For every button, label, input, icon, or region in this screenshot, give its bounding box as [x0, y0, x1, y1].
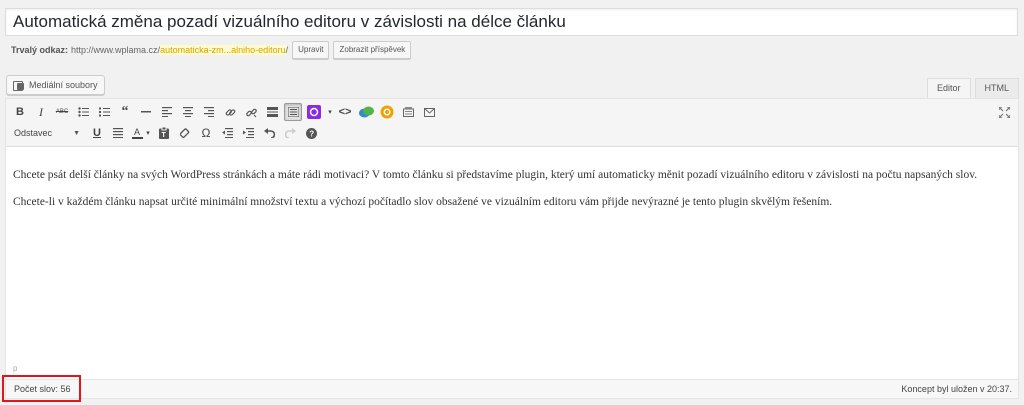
fullscreen-icon[interactable] — [996, 104, 1012, 120]
bold-icon[interactable]: B — [11, 103, 29, 121]
horizontal-rule-icon[interactable] — [137, 103, 155, 121]
chevron-down-icon: ▼ — [73, 129, 80, 137]
permalink-base: http://www.wplama.cz/ — [71, 45, 161, 55]
chevron-down-icon[interactable]: ▾ — [326, 103, 334, 121]
link-icon[interactable] — [221, 103, 239, 121]
permalink-row: Trvalý odkaz: http://www.wplama.cz/ auto… — [11, 41, 412, 59]
bullet-list-icon[interactable] — [74, 103, 92, 121]
text-color-icon[interactable]: A — [130, 124, 144, 142]
format-select-value: Odstavec — [14, 128, 53, 138]
special-char-icon[interactable]: Ω — [197, 124, 215, 142]
chevron-down-icon[interactable]: ▾ — [144, 124, 152, 142]
paste-text-icon[interactable]: T — [155, 124, 173, 142]
svg-text:A: A — [134, 127, 140, 137]
unlink-icon[interactable] — [242, 103, 260, 121]
element-path-label[interactable]: p — [13, 364, 17, 373]
add-media-label: Mediální soubory — [29, 80, 98, 90]
content-paragraph[interactable]: Chcete psát delší články na svých WordPr… — [13, 167, 1011, 184]
toolbar-toggle-icon[interactable] — [284, 103, 302, 121]
format-select[interactable]: Odstavec ▼ — [11, 124, 83, 142]
toolbar-row-1: B I ABC “ ▾ <> — [11, 102, 441, 122]
post-title-field[interactable] — [5, 8, 1018, 36]
numbered-list-icon[interactable] — [95, 103, 113, 121]
post-title-input[interactable] — [6, 9, 1017, 35]
align-left-icon[interactable] — [158, 103, 176, 121]
view-post-button[interactable]: Zobrazit příspěvek — [333, 41, 412, 59]
tab-editor[interactable]: Editor — [926, 78, 971, 99]
toolbar-row-2: Odstavec ▼ U A ▾ T Ω ? — [11, 123, 323, 143]
more-tag-icon[interactable] — [263, 103, 281, 121]
page-icon[interactable] — [399, 103, 417, 121]
blockquote-icon[interactable]: “ — [116, 103, 134, 121]
plugin-orange-icon[interactable] — [378, 103, 396, 121]
content-paragraph[interactable]: Chcete-li v každém článku napsat určité … — [13, 194, 1011, 211]
code-icon[interactable]: <> — [336, 103, 354, 121]
word-count: Počet slov: 56 — [14, 384, 71, 394]
italic-icon[interactable]: I — [32, 103, 50, 121]
draft-saved-status: Koncept byl uložen v 20:37. — [901, 384, 1012, 394]
mail-icon[interactable] — [420, 103, 438, 121]
indent-icon[interactable] — [239, 124, 257, 142]
editor-tabs: Editor HTML — [926, 78, 1019, 99]
outdent-icon[interactable] — [218, 124, 236, 142]
media-icon — [13, 80, 25, 91]
justify-icon[interactable] — [109, 124, 127, 142]
strikethrough-icon[interactable]: ABC — [53, 103, 71, 121]
permalink-slug[interactable]: automaticka-zm...alniho-editoru — [160, 45, 286, 55]
redo-icon[interactable] — [281, 124, 299, 142]
svg-text:T: T — [162, 132, 167, 139]
help-icon[interactable]: ? — [302, 124, 320, 142]
add-media-button[interactable]: Mediální soubory — [6, 75, 105, 95]
editor-toolbar: B I ABC “ ▾ <> Odstavec ▼ U A ▾ T Ω ? — [6, 99, 1018, 147]
editor-content[interactable]: Chcete psát delší články na svých WordPr… — [6, 147, 1018, 211]
undo-icon[interactable] — [260, 124, 278, 142]
visual-editor: B I ABC “ ▾ <> Odstavec ▼ U A ▾ T Ω ? Ch… — [5, 98, 1019, 399]
underline-icon[interactable]: U — [88, 124, 106, 142]
speech-bubble-icon[interactable] — [357, 103, 375, 121]
align-right-icon[interactable] — [200, 103, 218, 121]
align-center-icon[interactable] — [179, 103, 197, 121]
permalink-label: Trvalý odkaz: — [11, 45, 69, 55]
clear-format-icon[interactable] — [176, 124, 194, 142]
plugin-purple-icon[interactable] — [305, 103, 323, 121]
edit-permalink-button[interactable]: Upravit — [292, 41, 330, 59]
permalink-trail: / — [285, 45, 289, 55]
editor-status-bar: Počet slov: 56 Koncept byl uložen v 20:3… — [6, 379, 1018, 398]
tab-html[interactable]: HTML — [974, 78, 1019, 99]
svg-text:?: ? — [309, 129, 314, 138]
element-path: p — [6, 364, 1018, 380]
